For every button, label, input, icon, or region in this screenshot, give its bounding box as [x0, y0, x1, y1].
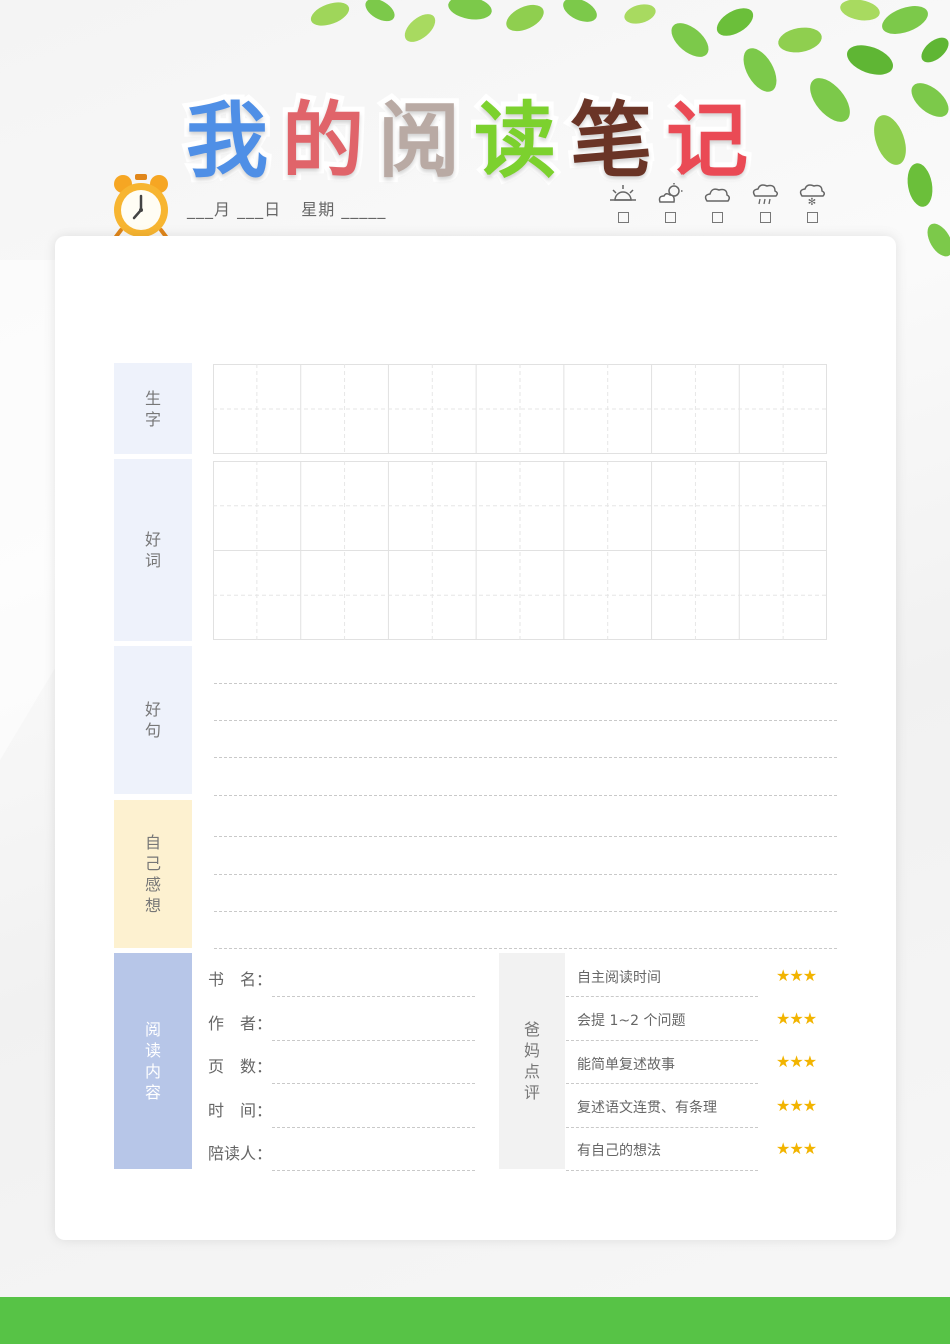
eval-stars[interactable]: ★★★ — [776, 1052, 817, 1071]
time-field[interactable] — [272, 1127, 475, 1128]
bottom-green-bar — [0, 1297, 950, 1344]
eval-item-text: 有自己的想法 — [577, 1143, 661, 1159]
eval-divider — [566, 1127, 758, 1128]
section-label-good-sentences: 好 句 — [114, 646, 192, 794]
eval-item-text: 能简单复述故事 — [577, 1057, 675, 1073]
alarm-clock-icon — [113, 174, 169, 240]
eval-stars[interactable]: ★★★ — [776, 1009, 817, 1028]
eval-stars[interactable]: ★★★ — [776, 966, 817, 985]
book-name-field[interactable] — [272, 996, 475, 997]
section-label-thoughts: 自 己 感 想 — [114, 800, 192, 948]
author-label: 作 者： — [208, 1014, 273, 1033]
writing-line[interactable] — [214, 795, 837, 796]
writing-line[interactable] — [214, 683, 837, 684]
writing-line[interactable] — [214, 874, 837, 875]
pages-label: 页 数： — [208, 1057, 273, 1076]
companion-field[interactable] — [272, 1170, 475, 1171]
eval-item-text: 会提 1~2 个问题 — [577, 1013, 686, 1029]
section-label-good-words: 好 词 — [114, 459, 192, 641]
eval-divider — [566, 1170, 758, 1171]
eval-stars[interactable]: ★★★ — [776, 1139, 817, 1158]
pages-field[interactable] — [272, 1083, 475, 1084]
time-label: 时 间： — [208, 1101, 273, 1120]
author-field[interactable] — [272, 1040, 475, 1041]
eval-divider — [566, 1040, 758, 1041]
eval-item-text: 复述语文连贯、有条理 — [577, 1100, 717, 1116]
book-name-label: 书 名： — [208, 970, 273, 989]
eval-divider — [566, 1083, 758, 1084]
section-label-reading-content: 阅 读 内 容 — [114, 953, 192, 1169]
writing-line[interactable] — [214, 948, 837, 949]
writing-line[interactable] — [214, 720, 837, 721]
writing-line[interactable] — [214, 757, 837, 758]
writing-line[interactable] — [214, 836, 837, 837]
eval-divider — [566, 996, 758, 997]
writing-lines[interactable] — [214, 0, 837, 1000]
companion-label: 陪读人： — [208, 1144, 273, 1163]
parent-eval-label: 爸 妈 点 评 — [499, 953, 565, 1169]
writing-line[interactable] — [214, 911, 837, 912]
eval-stars[interactable]: ★★★ — [776, 1096, 817, 1115]
section-label-new-chars: 生 字 — [114, 363, 192, 454]
eval-item-text: 自主阅读时间 — [577, 970, 661, 986]
